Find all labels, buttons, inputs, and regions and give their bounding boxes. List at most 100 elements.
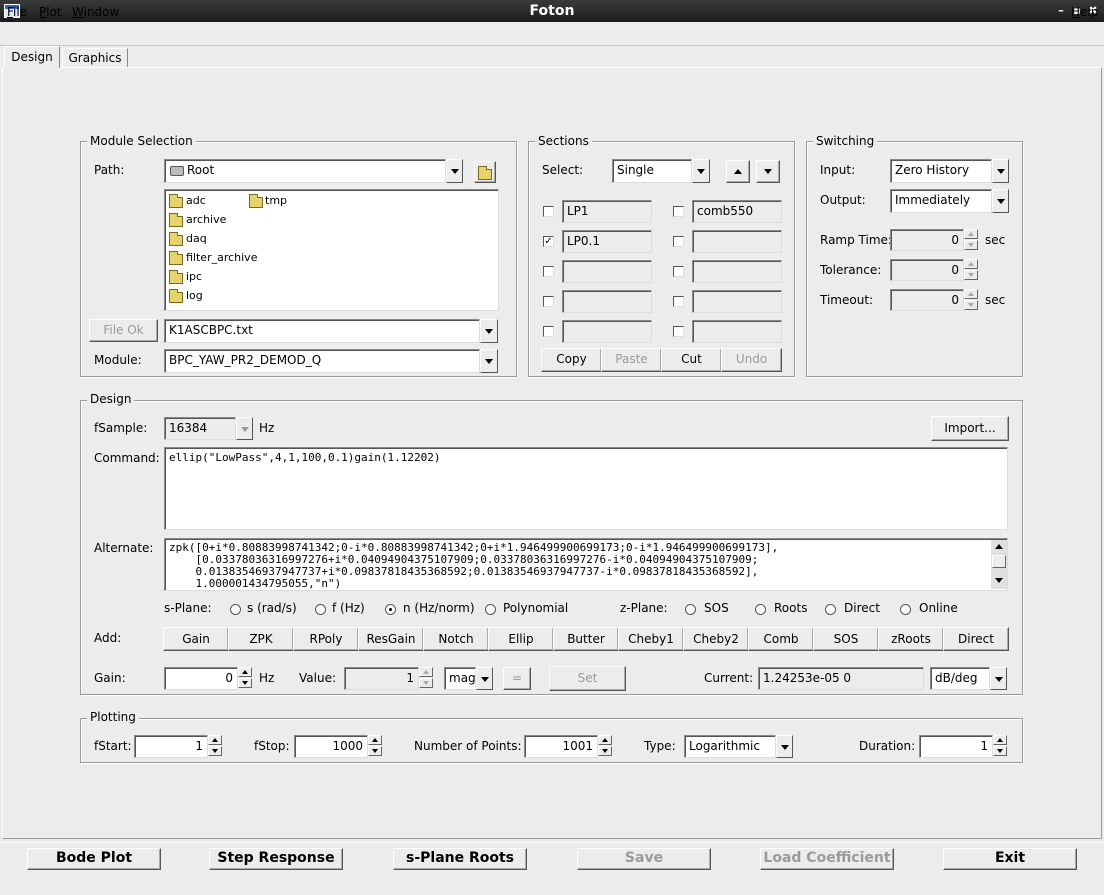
- output-dropdown-arrow[interactable]: [992, 189, 1009, 213]
- gain-spinner[interactable]: [238, 667, 252, 690]
- paste-button[interactable]: Paste: [601, 348, 662, 372]
- scroll-up-icon[interactable]: [995, 544, 1003, 549]
- fsample-dropdown-arrow[interactable]: [236, 417, 253, 440]
- add-comb-button[interactable]: Comb: [748, 627, 814, 651]
- type-combo[interactable]: Logarithmic: [684, 735, 776, 758]
- add-sos-button[interactable]: SOS: [813, 627, 879, 651]
- fstop-field[interactable]: 1000: [294, 735, 368, 758]
- undo-button[interactable]: Undo: [721, 348, 782, 372]
- output-combo[interactable]: Immediately: [890, 189, 992, 213]
- parent-folder-button[interactable]: [474, 161, 496, 183]
- add-zpk-button[interactable]: ZPK: [228, 627, 294, 651]
- scroll-down-icon[interactable]: [995, 578, 1003, 583]
- section-name-9[interactable]: [562, 320, 652, 343]
- splane-radio-s[interactable]: [230, 604, 241, 615]
- section-checkbox-2[interactable]: [673, 206, 684, 217]
- duration-field[interactable]: 1: [919, 735, 993, 758]
- folder-item-archive[interactable]: archive: [186, 213, 226, 227]
- splane-option-n[interactable]: n (Hz/norm): [403, 600, 475, 616]
- zplane-radio-sos[interactable]: [685, 604, 696, 615]
- zplane-radio-direct[interactable]: [825, 604, 836, 615]
- input-dropdown-arrow[interactable]: [992, 159, 1009, 183]
- tolerance-field[interactable]: 0: [890, 259, 964, 281]
- command-textarea[interactable]: ellip("LowPass",4,1,100,0.1)gain(1.12202…: [164, 447, 1008, 530]
- file-combo[interactable]: K1ASCBPC.txt: [164, 319, 480, 343]
- load-coefficient-button[interactable]: Load Coefficient: [760, 848, 894, 870]
- tab-graphics[interactable]: Graphics: [62, 48, 128, 67]
- add-zroots-button[interactable]: zRoots: [878, 627, 944, 651]
- copy-button[interactable]: Copy: [541, 348, 602, 372]
- section-checkbox-6[interactable]: [673, 266, 684, 277]
- menu-help[interactable]: Help: [1071, 4, 1098, 20]
- section-name-10[interactable]: [692, 320, 782, 343]
- section-name-6[interactable]: [692, 260, 782, 283]
- splane-radio-polynomial[interactable]: [485, 604, 496, 615]
- add-direct-button[interactable]: Direct: [943, 627, 1009, 651]
- fstop-spinner[interactable]: [368, 735, 382, 758]
- minimize-icon[interactable]: –: [1054, 3, 1068, 19]
- add-butter-button[interactable]: Butter: [553, 627, 619, 651]
- section-name-8[interactable]: [692, 290, 782, 313]
- section-checkbox-1[interactable]: [543, 206, 554, 217]
- folder-item-filter-archive[interactable]: filter_archive: [186, 251, 257, 265]
- menu-plot[interactable]: Plot: [39, 4, 62, 20]
- section-checkbox-7[interactable]: [543, 296, 554, 307]
- add-gain-button[interactable]: Gain: [163, 627, 229, 651]
- splane-radio-f[interactable]: [315, 604, 326, 615]
- import-button[interactable]: Import...: [931, 416, 1009, 441]
- add-cheby2-button[interactable]: Cheby2: [683, 627, 749, 651]
- section-checkbox-3[interactable]: ✓: [543, 236, 554, 247]
- fstart-spinner[interactable]: [208, 735, 222, 758]
- file-ok-button[interactable]: File Ok: [89, 319, 158, 342]
- folder-list[interactable]: [164, 189, 499, 311]
- folder-item-ipc[interactable]: ipc: [186, 270, 202, 284]
- select-dropdown-arrow[interactable]: [692, 159, 710, 183]
- section-up-button[interactable]: [726, 160, 750, 183]
- splane-radio-n[interactable]: [385, 604, 396, 615]
- current-unit-combo[interactable]: dB/deg: [930, 667, 990, 690]
- section-checkbox-4[interactable]: [673, 236, 684, 247]
- section-down-button[interactable]: [756, 160, 780, 183]
- menu-window[interactable]: Window: [72, 4, 119, 20]
- section-checkbox-10[interactable]: [673, 326, 684, 337]
- exit-button[interactable]: Exit: [943, 848, 1077, 870]
- section-name-3[interactable]: LP0.1: [562, 230, 652, 253]
- section-name-7[interactable]: [562, 290, 652, 313]
- zplane-option-roots[interactable]: Roots: [774, 600, 807, 616]
- alternate-textarea[interactable]: zpk([0+i*0.80883998741342;0-i*0.80883998…: [164, 538, 1008, 591]
- splane-option-s[interactable]: s (rad/s): [247, 600, 297, 616]
- value-field[interactable]: 1: [344, 667, 419, 690]
- folder-item-adc[interactable]: adc: [186, 194, 206, 208]
- npoints-field[interactable]: 1001: [524, 735, 598, 758]
- fsample-combo[interactable]: 16384: [164, 417, 236, 440]
- splane-option-f[interactable]: f (Hz): [332, 600, 365, 616]
- timeout-spinner[interactable]: [964, 289, 978, 311]
- tolerance-spinner[interactable]: [964, 259, 978, 281]
- value-unit-dropdown-arrow[interactable]: [476, 667, 493, 690]
- add-resgain-button[interactable]: ResGain: [358, 627, 424, 651]
- fstart-field[interactable]: 1: [134, 735, 208, 758]
- add-ellip-button[interactable]: Ellip: [488, 627, 554, 651]
- section-name-5[interactable]: [562, 260, 652, 283]
- file-dropdown-arrow[interactable]: [480, 319, 498, 343]
- ramp-time-spinner[interactable]: [964, 229, 978, 251]
- ramp-time-field[interactable]: 0: [890, 229, 964, 251]
- zplane-option-sos[interactable]: SOS: [704, 600, 729, 616]
- step-response-button[interactable]: Step Response: [209, 848, 343, 870]
- module-combo[interactable]: BPC_YAW_PR2_DEMOD_Q: [164, 349, 480, 373]
- cut-button[interactable]: Cut: [661, 348, 722, 372]
- add-cheby1-button[interactable]: Cheby1: [618, 627, 684, 651]
- path-dropdown-arrow[interactable]: [446, 159, 463, 183]
- splane-option-polynomial[interactable]: Polynomial: [503, 600, 568, 616]
- section-checkbox-8[interactable]: [673, 296, 684, 307]
- type-dropdown-arrow[interactable]: [776, 735, 793, 758]
- section-name-2[interactable]: comb550: [692, 200, 782, 223]
- zplane-radio-roots[interactable]: [755, 604, 766, 615]
- module-dropdown-arrow[interactable]: [480, 349, 498, 373]
- add-notch-button[interactable]: Notch: [423, 627, 489, 651]
- tab-design[interactable]: Design: [4, 46, 60, 68]
- current-unit-dropdown-arrow[interactable]: [990, 667, 1007, 690]
- value-spinner[interactable]: [419, 667, 433, 690]
- duration-spinner[interactable]: [993, 735, 1007, 758]
- npoints-spinner[interactable]: [598, 735, 612, 758]
